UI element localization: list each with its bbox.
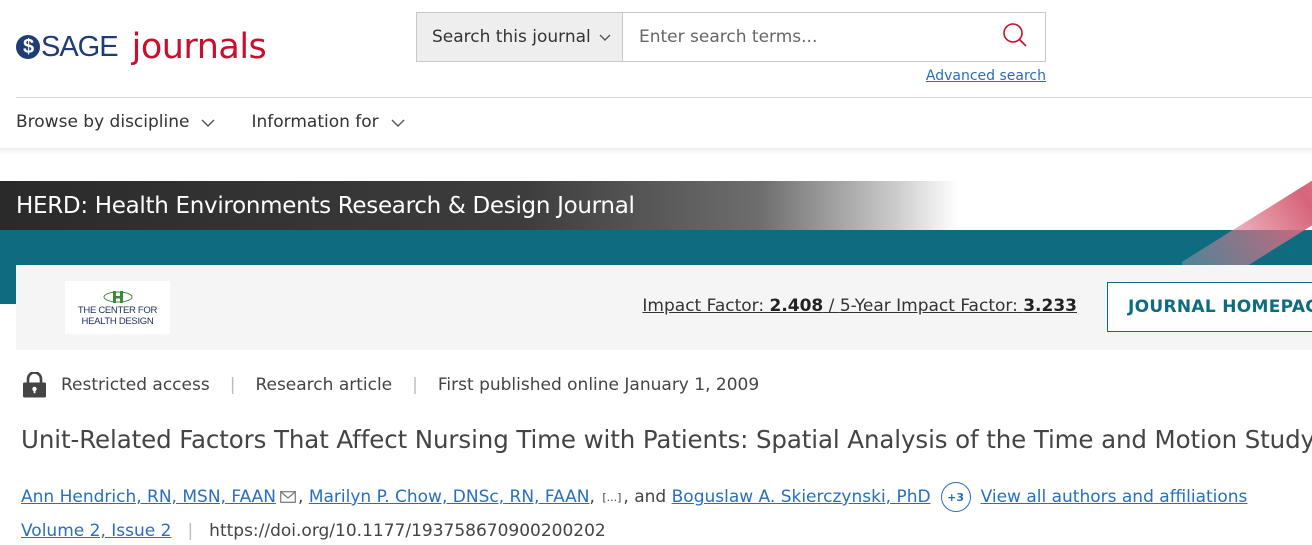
search-scope-dropdown[interactable]: Search this journal (417, 13, 623, 61)
impact-factor-label: Impact Factor: (642, 296, 770, 316)
meta-divider: | (229, 375, 236, 395)
search-bar: Search this journal (416, 12, 1046, 62)
journal-banner: HERD: Health Environments Research & Des… (0, 181, 1312, 265)
main-nav: Browse by discipline Information for (16, 110, 441, 134)
five-year-impact-value: 3.233 (1023, 296, 1077, 316)
chevron-down-icon (391, 112, 405, 132)
impact-separator: / (823, 296, 840, 316)
banner-accent-stripe (1182, 181, 1312, 265)
chevron-down-icon (201, 112, 215, 132)
journal-title: HERD: Health Environments Research & Des… (16, 193, 635, 219)
header-divider (16, 97, 1312, 98)
nav-item-label: Browse by discipline (16, 112, 190, 132)
volume-issue-link[interactable]: Volume 2, Issue 2 (21, 521, 171, 541)
author-separator: , (298, 487, 309, 507)
chd-h-icon (103, 289, 133, 303)
search-button[interactable] (985, 13, 1045, 61)
author-separator: , (623, 487, 635, 507)
author-and-text: and (634, 487, 667, 507)
center-for-health-design-logo[interactable]: The Center for Health Design (65, 281, 170, 334)
author-ellipsis: [...] (602, 490, 622, 504)
article-meta: Restricted access | Research article | F… (22, 372, 759, 398)
author-list: Ann Hendrich, RN, MSN, FAAN , Marilyn P.… (21, 482, 1247, 512)
article-title: Unit-Related Factors That Affect Nursing… (21, 425, 1312, 454)
search-scope-label: Search this journal (432, 27, 591, 47)
impact-factor-value: 2.408 (769, 296, 824, 316)
search-icon (1001, 21, 1029, 53)
nav-information-for[interactable]: Information for (251, 110, 405, 134)
nav-item-label: Information for (251, 112, 379, 132)
article-type: Research article (255, 375, 393, 395)
citation-divider: | (187, 521, 194, 541)
five-year-impact-label: 5-Year Impact Factor: (839, 296, 1024, 316)
author-link[interactable]: Boguslaw A. Skierczynski, PhD (672, 487, 931, 507)
search-input[interactable] (623, 13, 985, 61)
view-all-authors-link[interactable]: View all authors and affiliations (981, 487, 1248, 507)
journals-logo-text: journals (131, 27, 267, 67)
banner-teal-band (0, 230, 1312, 265)
meta-divider: | (412, 375, 418, 395)
nav-browse-by-discipline[interactable]: Browse by discipline (16, 110, 215, 134)
journal-homepage-button[interactable]: JOURNAL HOMEPAGE (1107, 282, 1312, 332)
more-authors-badge[interactable]: +3 (940, 482, 971, 512)
sage-s-icon: $ (16, 35, 40, 59)
lock-icon (22, 372, 47, 398)
publication-date: First published online January 1, 2009 (437, 375, 760, 395)
access-status: Restricted access (61, 375, 210, 395)
nav-shadow (0, 148, 1312, 154)
sage-journals-logo[interactable]: $ SAGE journals (16, 24, 267, 70)
citation-line: Volume 2, Issue 2 | https://doi.org/10.1… (21, 521, 606, 541)
chd-logo-text: The Center for Health Design (77, 304, 158, 327)
sage-logo: $ SAGE (16, 30, 119, 64)
sage-logo-text: SAGE (41, 30, 119, 63)
advanced-search-link[interactable]: Advanced search (926, 68, 1046, 84)
doi-text[interactable]: https://doi.org/10.1177/1937586709002002… (209, 521, 606, 541)
banner-teal-edge (0, 265, 16, 304)
impact-factor-link[interactable]: Impact Factor: 2.408 / 5-Year Impact Fac… (642, 296, 1077, 316)
author-link[interactable]: Ann Hendrich, RN, MSN, FAAN (21, 487, 276, 507)
author-separator: , (589, 487, 601, 507)
chevron-down-icon (599, 27, 611, 47)
envelope-icon[interactable] (280, 491, 296, 503)
author-link[interactable]: Marilyn P. Chow, DNSc, RN, FAAN (309, 487, 590, 507)
